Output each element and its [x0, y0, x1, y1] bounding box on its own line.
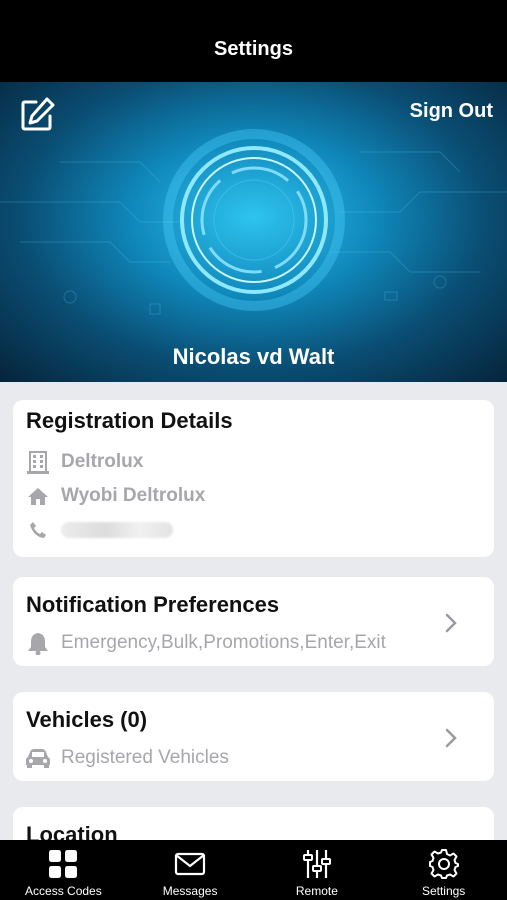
estate-row: Wyobi Deltrolux	[25, 482, 205, 510]
gear-icon	[428, 848, 459, 880]
bell-icon	[25, 630, 51, 656]
home-icon	[25, 483, 51, 509]
sliders-icon	[302, 848, 331, 880]
chevron-right-icon	[445, 728, 457, 748]
phone-number-redacted	[61, 522, 173, 538]
company-row: Deltrolux	[25, 448, 143, 476]
car-icon	[25, 745, 51, 771]
tech-circle-graphic	[0, 129, 507, 315]
envelope-icon	[174, 848, 206, 880]
registration-details-card: Registration Details Deltrolux Wyobi Del…	[13, 400, 494, 557]
notification-summary: Emergency,Bulk,Promotions,Enter,Exit	[61, 632, 386, 653]
tab-label: Remote	[295, 884, 338, 898]
profile-banner: Sign Out Nicolas vd Walt	[0, 82, 507, 382]
page-title: Settings	[214, 38, 293, 60]
bottom-tab-bar: Access Codes Messages Remote Settings	[0, 840, 507, 900]
edit-profile-button[interactable]	[18, 94, 58, 134]
tab-access-codes[interactable]: Access Codes	[0, 840, 127, 900]
notification-preferences-title: Notification Preferences	[26, 592, 280, 617]
vehicles-card[interactable]: Vehicles (0) Registered Vehicles	[13, 692, 494, 781]
registration-details-title: Registration Details	[26, 408, 233, 433]
vehicles-subtitle-row: Registered Vehicles	[25, 744, 229, 772]
tab-settings[interactable]: Settings	[380, 840, 507, 900]
phone-icon	[25, 517, 51, 543]
top-bar: Settings	[0, 0, 507, 90]
tab-label: Settings	[421, 884, 466, 898]
user-name: Nicolas vd Walt	[172, 344, 335, 369]
estate-name: Wyobi Deltrolux	[61, 485, 206, 506]
phone-row	[25, 516, 173, 544]
building-icon	[25, 449, 51, 475]
grid-icon	[48, 848, 78, 880]
tab-remote[interactable]: Remote	[254, 840, 381, 900]
company-name: Deltrolux	[61, 451, 144, 472]
tab-label: Messages	[162, 884, 218, 898]
edit-icon	[21, 97, 55, 131]
vehicles-subtitle: Registered Vehicles	[61, 747, 229, 768]
tab-label: Access Codes	[25, 884, 102, 898]
vehicles-title: Vehicles (0)	[26, 707, 148, 732]
tab-messages[interactable]: Messages	[127, 840, 254, 900]
chevron-right-icon	[445, 613, 457, 633]
notification-summary-row: Emergency,Bulk,Promotions,Enter,Exit	[25, 629, 386, 657]
notification-preferences-card[interactable]: Notification Preferences Emergency,Bulk,…	[13, 577, 494, 666]
sign-out-button[interactable]: Sign Out	[410, 100, 493, 123]
